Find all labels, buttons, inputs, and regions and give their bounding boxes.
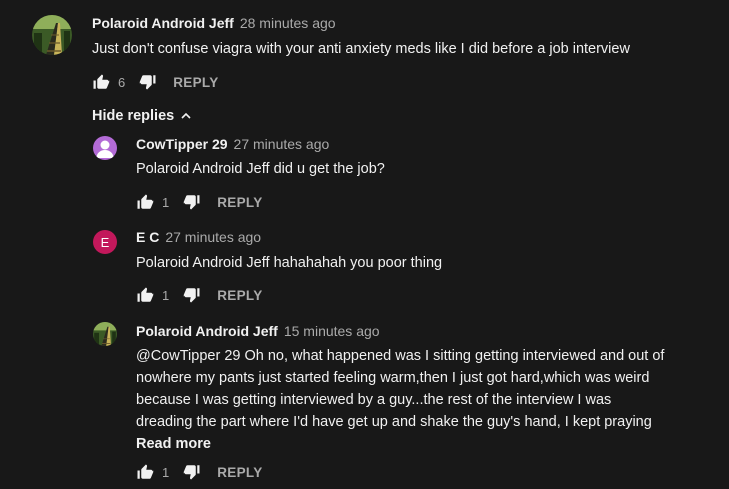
like-icon[interactable] <box>136 463 154 481</box>
reply-author[interactable]: E C <box>136 229 159 245</box>
hide-replies-label: Hide replies <box>92 108 175 124</box>
dislike-icon[interactable] <box>183 463 201 481</box>
reply-header: E C 27 minutes ago <box>136 228 261 246</box>
dislike-icon[interactable] <box>139 73 157 91</box>
railway-tracks-avatar[interactable] <box>32 15 72 55</box>
like-icon[interactable] <box>136 286 154 304</box>
reply-author[interactable]: Polaroid Android Jeff <box>136 323 278 339</box>
comment-author[interactable]: Polaroid Android Jeff <box>92 15 234 31</box>
like-count: 1 <box>162 287 170 303</box>
letter-avatar[interactable]: E <box>93 230 117 254</box>
reply-text-line: @CowTipper 29 Oh no, what happened was I… <box>136 348 665 364</box>
comment-timestamp[interactable]: 28 minutes ago <box>240 15 336 31</box>
reply-actions: 1 REPLY <box>136 192 263 212</box>
comments-section: Polaroid Android Jeff 28 minutes ago Just… <box>0 0 729 489</box>
dislike-icon[interactable] <box>183 193 201 211</box>
user-silhouette-avatar[interactable] <box>93 136 117 160</box>
reply-text: Polaroid Android Jeff did u get the job? <box>136 161 385 177</box>
comment-actions: 6 REPLY <box>92 72 219 92</box>
like-count: 1 <box>162 194 170 210</box>
railway-tracks-avatar[interactable] <box>93 322 117 346</box>
comment-text: Just don't confuse viagra with your anti… <box>92 41 630 57</box>
reply-header: CowTipper 29 27 minutes ago <box>136 135 329 153</box>
reply-text-line: dreading the part where I'd have get up … <box>136 414 652 430</box>
reply-actions: 1 REPLY <box>136 462 263 482</box>
reply-actions: 1 REPLY <box>136 285 263 305</box>
like-icon[interactable] <box>92 73 110 91</box>
reply-timestamp[interactable]: 27 minutes ago <box>234 136 330 152</box>
reply-button[interactable]: REPLY <box>217 465 262 480</box>
reply-text-line: because I was getting interviewed by a g… <box>136 392 612 408</box>
read-more-link[interactable]: Read more <box>136 433 726 455</box>
like-count: 6 <box>118 74 126 90</box>
reply-text: @CowTipper 29 Oh no, what happened was I… <box>136 345 726 455</box>
reply-button[interactable]: REPLY <box>173 75 218 90</box>
comment-header: Polaroid Android Jeff 28 minutes ago <box>92 14 336 32</box>
reply-author[interactable]: CowTipper 29 <box>136 136 228 152</box>
reply-timestamp[interactable]: 27 minutes ago <box>165 229 261 245</box>
reply-button[interactable]: REPLY <box>217 288 262 303</box>
reply-text-line: nowhere my pants just started feeling wa… <box>136 370 650 386</box>
like-icon[interactable] <box>136 193 154 211</box>
reply-header: Polaroid Android Jeff 15 minutes ago <box>136 322 380 340</box>
chevron-up-icon <box>180 110 192 122</box>
reply-timestamp[interactable]: 15 minutes ago <box>284 323 380 339</box>
reply-text: Polaroid Android Jeff hahahahah you poor… <box>136 255 443 271</box>
hide-replies-button[interactable]: Hide replies <box>92 106 192 126</box>
avatar-letter: E <box>100 234 110 250</box>
like-count: 1 <box>162 464 170 480</box>
dislike-icon[interactable] <box>183 286 201 304</box>
reply-button[interactable]: REPLY <box>217 195 262 210</box>
